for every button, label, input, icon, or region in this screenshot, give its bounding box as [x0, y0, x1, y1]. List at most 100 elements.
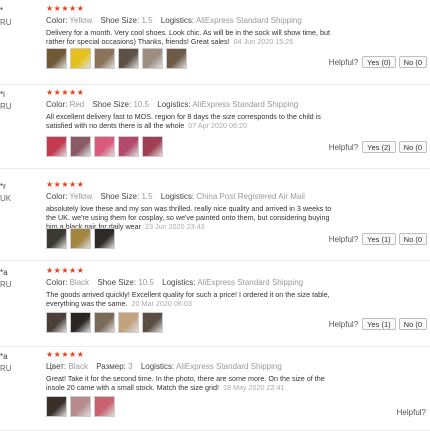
- review-photos: [46, 228, 115, 249]
- helpful-label: Helpful?: [396, 408, 426, 417]
- logistics-label: Logistics:: [160, 16, 195, 25]
- color-value: Black: [68, 362, 88, 371]
- review-photos: [46, 312, 163, 333]
- reviewer-name: *: [0, 6, 4, 15]
- color-label: Color:: [46, 100, 68, 109]
- size-label: Shoe Size:: [92, 100, 132, 109]
- helpful-no-button[interactable]: No (0: [398, 318, 427, 330]
- review-photo-thumbnail[interactable]: [142, 312, 163, 333]
- review-photo-thumbnail[interactable]: [70, 396, 91, 417]
- logistics-label: Logistics:: [160, 192, 195, 201]
- review-meta: Color: Yellow Shoe Size: 1.5 Logistics: …: [46, 192, 311, 201]
- helpful-yes-button[interactable]: Yes (2): [362, 141, 396, 153]
- color-value: Yellow: [69, 192, 93, 201]
- helpful-yes-button[interactable]: Yes (1): [362, 233, 396, 245]
- review-photo-thumbnail[interactable]: [94, 48, 115, 69]
- review-photo-thumbnail[interactable]: [118, 312, 139, 333]
- rating-stars: ★★★★★: [46, 350, 85, 359]
- review-photos: [46, 396, 115, 417]
- color-value: Black: [69, 278, 90, 287]
- logistics-value: AliExpress Standard Shipping: [175, 362, 282, 371]
- color-label: Цвет:: [46, 362, 67, 371]
- helpful-controls: Helpful? Yes (1) No (0: [329, 233, 430, 245]
- helpful-no-button[interactable]: No (0: [398, 56, 427, 68]
- review-date: 23 Jun 2020 23:43: [145, 222, 205, 231]
- color-label: Color:: [46, 192, 68, 201]
- rating-stars: ★★★★★: [46, 266, 85, 275]
- reviewer-name: *a: [0, 352, 8, 361]
- review-photo-thumbnail[interactable]: [118, 48, 139, 69]
- reviewer-country: RU: [0, 102, 12, 111]
- review-photos: [46, 48, 187, 69]
- review-photo-thumbnail[interactable]: [46, 228, 67, 249]
- review-item: *a RU ★★★★★ Цвет: Black Размер: 3 Logist…: [0, 346, 430, 431]
- size-value: 1.5: [141, 16, 153, 25]
- review-meta: Color: Yellow Shoe Size: 1.5 Logistics: …: [46, 16, 308, 25]
- review-photos: [46, 136, 163, 157]
- logistics-value: AliExpress Standard Shipping: [195, 16, 302, 25]
- reviewer-name: *r: [0, 182, 6, 191]
- review-photo-thumbnail[interactable]: [46, 48, 67, 69]
- review-meta: Цвет: Black Размер: 3 Logistics: AliExpr…: [46, 362, 288, 371]
- size-value: 1.5: [141, 192, 153, 201]
- helpful-controls: Helpful? Yes (0) No (0: [329, 56, 430, 68]
- reviewer-country: RU: [0, 364, 12, 373]
- logistics-label: Logistics:: [140, 362, 175, 371]
- review-photo-thumbnail[interactable]: [142, 48, 163, 69]
- review-photo-thumbnail[interactable]: [94, 228, 115, 249]
- size-value: 10.5: [138, 278, 154, 287]
- rating-stars: ★★★★★: [46, 4, 85, 13]
- logistics-value: AliExpress Standard Shipping: [192, 100, 299, 109]
- reviewer-country: RU: [0, 18, 12, 27]
- review-item: *a RU ★★★★★ Color: Black Shoe Size: 10.5…: [0, 262, 430, 347]
- review-date: 20 Mar 2020 06:03: [131, 299, 192, 308]
- review-text: The goods arrived quickly! Excellent qua…: [46, 290, 336, 308]
- logistics-label: Logistics:: [162, 278, 196, 287]
- review-meta: Color: Red Shoe Size: 10.5 Logistics: Al…: [46, 100, 304, 109]
- color-value: Yellow: [69, 16, 93, 25]
- helpful-yes-button[interactable]: Yes (1): [362, 318, 396, 330]
- rating-stars: ★★★★★: [46, 88, 85, 97]
- helpful-no-button[interactable]: No (0: [398, 141, 427, 153]
- review-photo-thumbnail[interactable]: [70, 228, 91, 249]
- review-photo-thumbnail[interactable]: [46, 396, 67, 417]
- review-photo-thumbnail[interactable]: [94, 396, 115, 417]
- logistics-value: AliExpress Standard Shipping: [197, 278, 304, 287]
- review-photo-thumbnail[interactable]: [142, 136, 163, 157]
- review-photo-thumbnail[interactable]: [70, 48, 91, 69]
- logistics-value: China Post Registered Air Mail: [196, 192, 305, 201]
- review-photo-thumbnail[interactable]: [166, 48, 187, 69]
- review-text: Great! Take it for the second time. In t…: [46, 374, 336, 392]
- size-value: 10.5: [133, 100, 150, 109]
- helpful-controls: Helpful? Yes (2) No (0: [329, 141, 430, 153]
- review-photo-thumbnail[interactable]: [94, 312, 115, 333]
- color-value: Red: [69, 100, 85, 109]
- helpful-yes-button[interactable]: Yes (0): [362, 56, 396, 68]
- helpful-no-button[interactable]: No (0: [398, 233, 427, 245]
- review-photo-thumbnail[interactable]: [70, 136, 91, 157]
- review-photo-thumbnail[interactable]: [46, 312, 67, 333]
- review-photo-thumbnail[interactable]: [118, 136, 139, 157]
- review-photo-thumbnail[interactable]: [70, 312, 91, 333]
- reviewer-country: RU: [0, 280, 12, 289]
- size-label: Shoe Size:: [97, 278, 137, 287]
- helpful-label: Helpful?: [328, 57, 359, 67]
- review-item: *i RU ★★★★★ Color: Red Shoe Size: 10.5 L…: [0, 84, 430, 169]
- helpful-label: Helpful?: [328, 142, 359, 152]
- reviewer-country: UK: [0, 194, 12, 203]
- helpful-controls: Helpful?: [397, 408, 430, 417]
- size-label: Shoe Size:: [100, 16, 140, 25]
- review-meta: Color: Black Shoe Size: 10.5 Logistics: …: [46, 278, 309, 287]
- rating-stars: ★★★★★: [46, 180, 85, 189]
- review-text: All excellent delivery fast to MOS. regi…: [46, 112, 336, 130]
- review-photo-thumbnail[interactable]: [46, 136, 67, 157]
- review-date: 07 Apr 2020 06:20: [188, 121, 247, 130]
- review-text: Delivery for a month. Very cool shoes. L…: [46, 28, 336, 46]
- logistics-label: Logistics:: [157, 100, 191, 109]
- size-value: 3: [128, 362, 133, 371]
- review-item: * RU ★★★★★ Color: Yellow Shoe Size: 1.5 …: [0, 0, 430, 85]
- helpful-label: Helpful?: [328, 234, 359, 244]
- review-photo-thumbnail[interactable]: [94, 136, 115, 157]
- review-text-content: All excellent delivery fast to MOS. regi…: [46, 112, 321, 130]
- helpful-label: Helpful?: [328, 319, 359, 329]
